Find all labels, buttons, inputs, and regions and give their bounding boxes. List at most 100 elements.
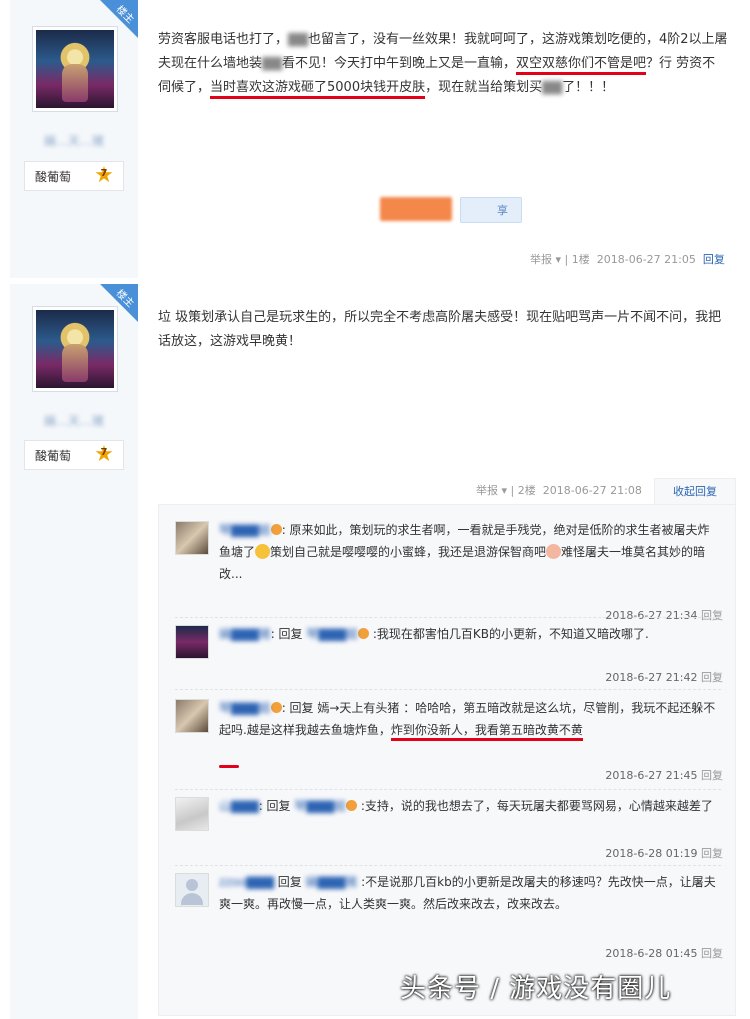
- author-sidebar: 楼主 婳…天…猪 酸葡萄 ★ 7: [10, 284, 138, 1019]
- reply-avatar[interactable]: [175, 625, 209, 659]
- report-link[interactable]: 举报 ▾: [530, 253, 561, 266]
- reply-avatar[interactable]: [175, 873, 209, 907]
- post-meta: 举报 ▾ | 2楼 2018-06-27 21:08: [476, 482, 642, 498]
- reply-body: :支持，说的我也想去了，每天玩屠夫都要骂网易，心情越来越差了: [357, 799, 713, 813]
- report-link[interactable]: 举报 ▾: [476, 484, 507, 497]
- reply-link[interactable]: 回复: [703, 253, 725, 266]
- default-avatar-body: [181, 893, 203, 905]
- reply-target[interactable]: 婳▇▇▇猪: [306, 871, 358, 893]
- reply-divider: [175, 617, 721, 618]
- reply-word: : 回复: [258, 799, 291, 813]
- reply-text: 山▇▇▇: 回复 琴▇▇▇姐 :支持，说的我也想去了，每天玩屠夫都要骂网易，心情…: [219, 795, 719, 817]
- avatar[interactable]: [32, 306, 118, 392]
- reply-avatar[interactable]: [175, 521, 209, 555]
- reply-word: : 回复: [270, 627, 303, 641]
- level-badge: 酸葡萄 ★ 7: [24, 440, 124, 470]
- reply-list: 琴▇▇▇姐: 原来如此，策划玩的求生者啊，一看就是手残党，绝对是低阶的求生者被屠…: [158, 504, 736, 1016]
- reply-time: 2018-6-27 21:45: [605, 769, 698, 782]
- reply-meta: 2018-6-27 21:34 回复: [605, 607, 723, 623]
- reply-username[interactable]: 婳▇▇▇猪: [219, 623, 271, 645]
- reply-username[interactable]: zzoo▇▇▇: [219, 871, 274, 893]
- reply-body: :我现在都害怕几百KB的小更新，不知道又暗改哪了.: [369, 627, 649, 641]
- reply-link[interactable]: 回复: [701, 609, 723, 622]
- share-buttons: 享: [380, 197, 522, 223]
- post-text: 看不见！今天打中午到晚上又是一直输，: [282, 56, 517, 71]
- reply-avatar[interactable]: [175, 699, 209, 733]
- post-content: 劳资客服电话也打了，▇▇也留言了，没有一丝效果！我就呵呵了，这游戏策划吃便的，4…: [158, 28, 728, 100]
- level-name: 酸葡萄: [35, 449, 72, 463]
- post-floor-1: 楼主 婳…天…猪 酸葡萄 ★ 7 劳资客服电话也打了，▇▇也留言了，没有一丝效果…: [0, 0, 750, 280]
- reply-link[interactable]: 回复: [701, 769, 723, 782]
- emoji-icon: [270, 702, 282, 713]
- username-link[interactable]: 婳…天…猪: [24, 412, 124, 429]
- censored-text: ▇▇: [542, 80, 563, 95]
- collapse-replies-button[interactable]: 收起回复: [654, 478, 736, 505]
- avatar-image: [36, 30, 114, 108]
- highlighted-text: 当时喜欢这游戏砸了5000块钱开皮肤: [210, 80, 426, 99]
- floor-number: | 1楼: [564, 253, 590, 266]
- reply-link[interactable]: 回复: [701, 947, 723, 960]
- reply-avatar[interactable]: [175, 797, 209, 831]
- reply-item: 琴▇▇▇姐: 原来如此，策划玩的求生者啊，一看就是手残党，绝对是低阶的求生者被屠…: [175, 519, 723, 622]
- reply-word: : 回复 嫣→天上有头猪: [281, 701, 400, 715]
- reply-username[interactable]: 山▇▇▇: [219, 795, 259, 817]
- emoji-icon: [270, 524, 282, 535]
- reply-item: 山▇▇▇: 回复 琴▇▇▇姐 :支持，说的我也想去了，每天玩屠夫都要骂网易，心情…: [175, 795, 723, 865]
- reply-text: 琴▇▇▇姐: 原来如此，策划玩的求生者啊，一看就是手残党，绝对是低阶的求生者被屠…: [219, 519, 719, 585]
- username-link[interactable]: 婳…天…猪: [24, 132, 124, 149]
- reply-item: zzoo▇▇▇ 回复 婳▇▇▇猪 :不是说那几百kb的小更新是改屠夫的移速吗？先…: [175, 871, 723, 961]
- reply-meta: 2018-6-28 01:45 回复: [605, 945, 723, 961]
- reply-username[interactable]: 琴▇▇▇姐: [219, 519, 271, 541]
- censored-text: ▇▇: [288, 32, 309, 47]
- watermark: 头条号 / 游戏没有圈儿: [400, 974, 672, 1004]
- reply-meta: 2018-6-27 21:42 回复: [605, 669, 723, 685]
- post-text: 劳资客服电话也打了，: [158, 32, 289, 47]
- level-number: 7: [100, 447, 108, 458]
- post-content: 垃 圾策划承认自己是玩求生的，所以完全不考虑高阶屠夫感受！现在贴吧骂声一片不闻不…: [158, 310, 722, 349]
- reply-time: 2018-6-27 21:42: [605, 671, 698, 684]
- emoji-icon: [358, 628, 370, 639]
- reply-item: 婳▇▇▇猪: 回复 琴▇▇▇姐 :我现在都害怕几百KB的小更新，不知道又暗改哪了…: [175, 623, 723, 685]
- default-avatar-icon: [186, 879, 198, 891]
- reply-item: 琴▇▇▇姐: 回复 嫣→天上有头猪 ：哈哈哈，第五暗改就是这么坑，尽管削，我玩不…: [175, 697, 723, 787]
- highlighted-text: 炸到你没新人，我看第五暗改黄不黄: [390, 723, 583, 741]
- share-label: 享: [497, 204, 508, 217]
- reply-divider: [175, 865, 721, 866]
- reply-time: 2018-6-27 21:34: [605, 609, 698, 622]
- reply-target[interactable]: 琴▇▇▇姐: [294, 795, 346, 817]
- reply-time: 2018-6-28 01:19: [605, 847, 698, 860]
- avatar[interactable]: [32, 26, 118, 112]
- level-name: 酸葡萄: [35, 170, 72, 184]
- reply-divider: [175, 689, 721, 690]
- reply-divider: [175, 789, 721, 790]
- share-button[interactable]: 享: [460, 197, 522, 223]
- red-underline: [219, 765, 239, 768]
- post-time: 2018-06-27 21:08: [542, 484, 642, 497]
- post-time: 2018-06-27 21:05: [596, 253, 696, 266]
- share-button-primary[interactable]: [380, 197, 452, 221]
- reply-link[interactable]: 回复: [701, 847, 723, 860]
- floor-number: | 2楼: [510, 484, 536, 497]
- reply-meta: 2018-6-27 21:45 回复: [605, 767, 723, 783]
- reply-body: 策划自己就是嘤嘤嘤的小蜜蜂，我还是退游保智商吧: [270, 545, 547, 559]
- post-text: 了！！！: [562, 80, 615, 95]
- reply-text: 婳▇▇▇猪: 回复 琴▇▇▇姐 :我现在都害怕几百KB的小更新，不知道又暗改哪了…: [219, 623, 719, 645]
- reply-username[interactable]: 琴▇▇▇姐: [219, 697, 271, 719]
- reply-meta: 2018-6-28 01:19 回复: [605, 845, 723, 861]
- reply-target[interactable]: 琴▇▇▇姐: [306, 623, 358, 645]
- author-sidebar: 楼主 婳…天…猪 酸葡萄 ★ 7: [10, 0, 138, 278]
- reply-link[interactable]: 回复: [701, 671, 723, 684]
- reply-text: 琴▇▇▇姐: 回复 嫣→天上有头猪 ：哈哈哈，第五暗改就是这么坑，尽管削，我玩不…: [219, 697, 719, 741]
- reply-word: 回复: [273, 875, 302, 889]
- emoji-icon: [346, 800, 358, 811]
- level-number: 7: [100, 168, 108, 179]
- emoji-icon: [255, 544, 271, 559]
- highlighted-text: 双空双慈你们不管是吧: [516, 56, 647, 75]
- censored-text: ▇▇: [262, 56, 283, 71]
- avatar-image: [36, 310, 114, 388]
- reply-time: 2018-6-28 01:45: [605, 947, 698, 960]
- reply-text: zzoo▇▇▇ 回复 婳▇▇▇猪 :不是说那几百kb的小更新是改屠夫的移速吗？先…: [219, 871, 719, 915]
- emoji-icon: [546, 544, 562, 559]
- post-text: ，现在就当给策划买: [425, 80, 543, 95]
- post-meta: 举报 ▾ | 1楼 2018-06-27 21:05 回复: [530, 251, 725, 267]
